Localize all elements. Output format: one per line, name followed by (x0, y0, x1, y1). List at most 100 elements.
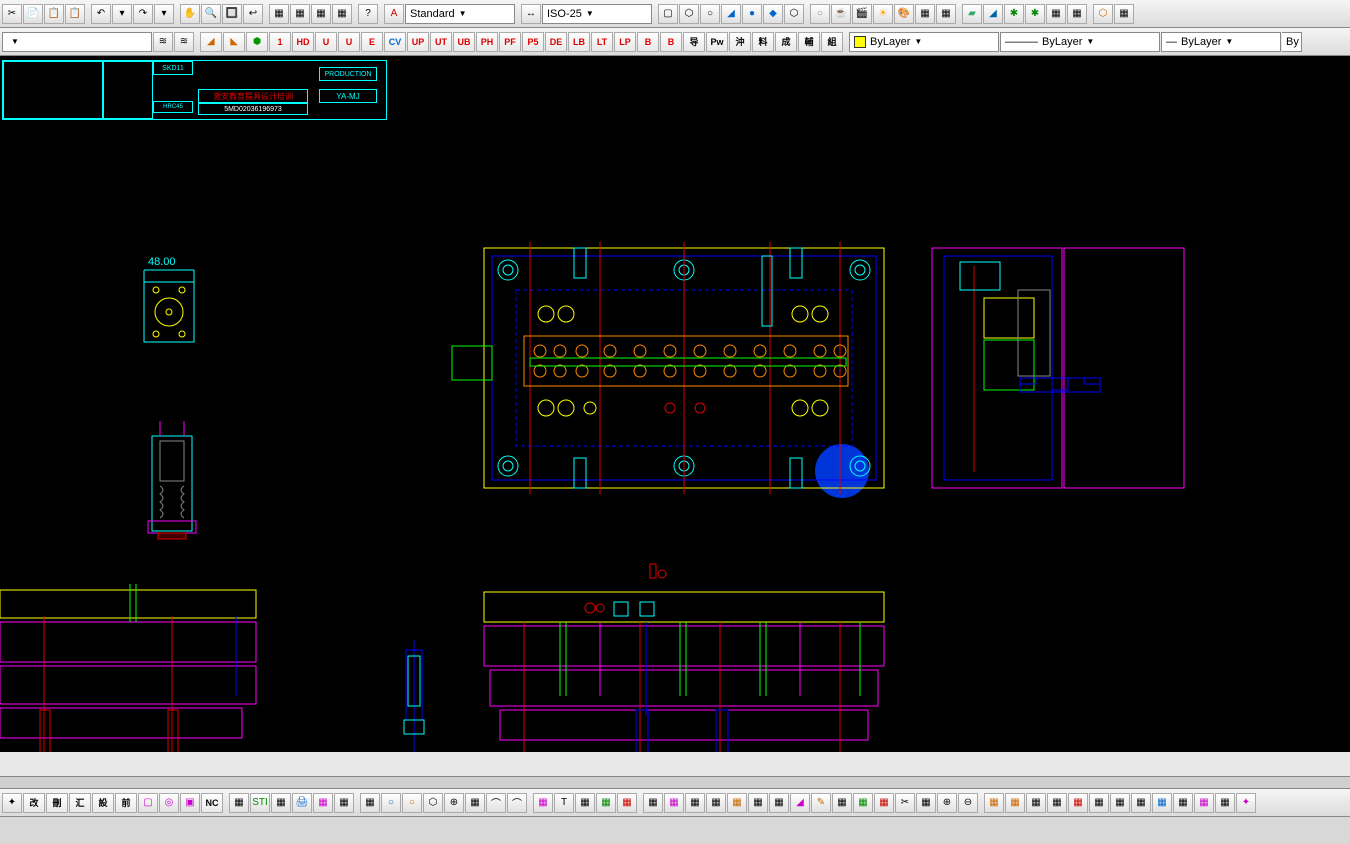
grp3-5-icon[interactable]: ⊕ (444, 793, 464, 813)
tool-l3-icon[interactable]: ⬢ (246, 32, 268, 52)
render2-icon[interactable]: ☕ (831, 4, 851, 24)
img3-icon[interactable]: ✱ (1004, 4, 1024, 24)
grp3-4-icon[interactable]: ⬡ (423, 793, 443, 813)
dim-style-dropdown[interactable]: ISO-25▼ (542, 4, 652, 24)
btn-b1[interactable]: B (637, 32, 659, 52)
btn-b-cjk3[interactable]: 汇 (69, 793, 91, 813)
linetype-dropdown[interactable]: ———ByLayer▼ (1000, 32, 1160, 52)
grp5-11-icon[interactable]: ▦ (853, 793, 873, 813)
grp6-13-icon[interactable]: ✦ (1236, 793, 1256, 813)
grp5-7-icon[interactable]: ▦ (769, 793, 789, 813)
grp6-5-icon[interactable]: ▦ (1068, 793, 1088, 813)
btn-u2[interactable]: U (338, 32, 360, 52)
3d-box-icon[interactable]: ▢ (658, 4, 678, 24)
grp6-10-icon[interactable]: ▦ (1173, 793, 1193, 813)
paste-icon[interactable]: 📋 (65, 4, 85, 24)
material-icon[interactable]: 🎨 (894, 4, 914, 24)
3d-cube-icon[interactable]: ◆ (763, 4, 783, 24)
btn-b2[interactable]: B (660, 32, 682, 52)
grp3-8-icon[interactable]: ⌒ (507, 793, 527, 813)
undo-icon[interactable]: ↶ (91, 4, 111, 24)
btn-cv[interactable]: CV (384, 32, 406, 52)
3d-torus-icon[interactable]: ⬡ (784, 4, 804, 24)
palette-icon[interactable]: ▦ (332, 4, 352, 24)
render4-icon[interactable]: ▦ (915, 4, 935, 24)
btn-lp[interactable]: LP (614, 32, 636, 52)
grp5-13-icon[interactable]: ✂ (895, 793, 915, 813)
grp5-14-icon[interactable]: ▦ (916, 793, 936, 813)
grp6-1-icon[interactable]: ▦ (984, 793, 1004, 813)
text-style-icon[interactable]: A (384, 4, 404, 24)
btn-pw[interactable]: Pw (706, 32, 728, 52)
layer-mgr-icon[interactable]: ≋ (153, 32, 173, 52)
cut-icon[interactable]: ✂ (2, 4, 22, 24)
grp6-2-icon[interactable]: ▦ (1005, 793, 1025, 813)
pan-icon[interactable]: ✋ (180, 4, 200, 24)
render5-icon[interactable]: ▦ (936, 4, 956, 24)
props-icon[interactable]: ▦ (269, 4, 289, 24)
scroll-bar[interactable] (0, 776, 1350, 788)
btn-lt[interactable]: LT (591, 32, 613, 52)
grp3-6-icon[interactable]: ▦ (465, 793, 485, 813)
3d-sphere-icon[interactable]: ⬡ (679, 4, 699, 24)
model-tabs[interactable] (0, 816, 1350, 844)
grp3-1-icon[interactable]: ▦ (360, 793, 380, 813)
grp3-2-icon[interactable]: ○ (381, 793, 401, 813)
lineweight-dropdown[interactable]: —ByLayer▼ (1161, 32, 1281, 52)
grp6-8-icon[interactable]: ▦ (1131, 793, 1151, 813)
grp5-15-icon[interactable]: ⊕ (937, 793, 957, 813)
grp6-7-icon[interactable]: ▦ (1110, 793, 1130, 813)
btn-e[interactable]: E (361, 32, 383, 52)
tool-b1-icon[interactable]: ✦ (2, 793, 22, 813)
rect3-icon[interactable]: ▣ (180, 793, 200, 813)
grp4-5-icon[interactable]: ▦ (617, 793, 637, 813)
text-style-dropdown[interactable]: Standard▼ (405, 4, 515, 24)
3d-ball-icon[interactable]: ● (742, 4, 762, 24)
btn-b-cjk1[interactable]: 改 (23, 793, 45, 813)
grp6-4-icon[interactable]: ▦ (1047, 793, 1067, 813)
img5-icon[interactable]: ▦ (1046, 4, 1066, 24)
render1-icon[interactable]: ○ (810, 4, 830, 24)
3d-wedge-icon[interactable]: ◢ (721, 4, 741, 24)
grp3-3-icon[interactable]: ○ (402, 793, 422, 813)
btn-de[interactable]: DE (545, 32, 567, 52)
redo-drop-icon[interactable]: ▾ (154, 4, 174, 24)
img1-icon[interactable]: ▰ (962, 4, 982, 24)
btn-cjk1[interactable]: 导 (683, 32, 705, 52)
grp5-16-icon[interactable]: ⊖ (958, 793, 978, 813)
btn-p5[interactable]: P5 (522, 32, 544, 52)
grp5-5-icon[interactable]: ▦ (727, 793, 747, 813)
undo-drop-icon[interactable]: ▾ (112, 4, 132, 24)
zoom-window-icon[interactable]: 🔲 (222, 4, 242, 24)
btn-b-cjk5[interactable]: 前 (115, 793, 137, 813)
grp4-4-icon[interactable]: ▦ (596, 793, 616, 813)
grp5-3-icon[interactable]: ▦ (685, 793, 705, 813)
grp5-9-icon[interactable]: ✎ (811, 793, 831, 813)
layer-states-icon[interactable]: ≋ (174, 32, 194, 52)
sheet-icon[interactable]: ▦ (290, 4, 310, 24)
grp2-1-icon[interactable]: ▦ (229, 793, 249, 813)
grp6-9-icon[interactable]: ▦ (1152, 793, 1172, 813)
calc-icon[interactable]: ▦ (311, 4, 331, 24)
zoom-icon[interactable]: 🔍 (201, 4, 221, 24)
btn-ub[interactable]: UB (453, 32, 475, 52)
btn-b-cjk2[interactable]: 刪 (46, 793, 68, 813)
btn-cjk3[interactable]: 料 (752, 32, 774, 52)
grp2-6-icon[interactable]: ▦ (334, 793, 354, 813)
grp5-2-icon[interactable]: ▦ (664, 793, 684, 813)
img4-icon[interactable]: ✱ (1025, 4, 1045, 24)
redo-icon[interactable]: ↷ (133, 4, 153, 24)
tool-l2-icon[interactable]: ◣ (223, 32, 245, 52)
btn-ut[interactable]: UT (430, 32, 452, 52)
layer-color-dropdown[interactable]: ByLayer▼ (849, 32, 999, 52)
grp6-6-icon[interactable]: ▦ (1089, 793, 1109, 813)
grp5-12-icon[interactable]: ▦ (874, 793, 894, 813)
find-dropdown[interactable]: ▼ (2, 32, 152, 52)
btn-u1[interactable]: U (315, 32, 337, 52)
grp6-11-icon[interactable]: ▦ (1194, 793, 1214, 813)
misc2-icon[interactable]: ▦ (1114, 4, 1134, 24)
btn-cjk5[interactable]: 輔 (798, 32, 820, 52)
grp5-8-icon[interactable]: ◢ (790, 793, 810, 813)
grp2-2-icon[interactable]: STI (250, 793, 270, 813)
btn-ph[interactable]: PH (476, 32, 498, 52)
